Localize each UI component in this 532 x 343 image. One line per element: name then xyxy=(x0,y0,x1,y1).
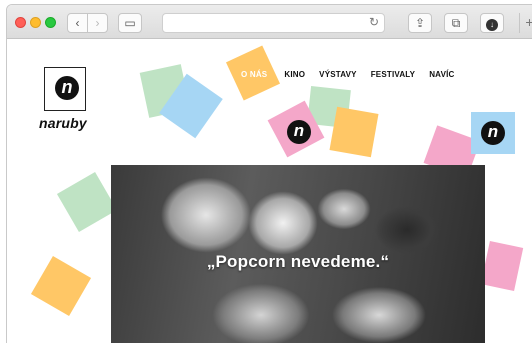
share-icon: ⇪ xyxy=(414,16,426,30)
browser-toolbar: ‹ › ▭ ↻ ⇪ ⧉ ↓ + xyxy=(7,5,532,39)
tabs-icon: ⧉ xyxy=(451,16,461,30)
browser-window: ‹ › ▭ ↻ ⇪ ⧉ ↓ + n naruby O NÁS xyxy=(6,4,532,343)
sidebar-toggle-button[interactable]: ▭ xyxy=(118,13,142,33)
tab-overview-button[interactable]: ⧉ xyxy=(444,13,468,33)
chevron-left-icon: ‹ xyxy=(75,16,80,30)
plus-icon: + xyxy=(525,14,532,30)
nav-item-festivaly[interactable]: FESTIVALY xyxy=(371,70,415,79)
chevron-right-icon: › xyxy=(95,16,100,30)
logo-stamp: n xyxy=(44,67,86,111)
nav-item-vystavy[interactable]: VÝSTAVY xyxy=(319,70,357,79)
nav-item-navic[interactable]: NAVÍC xyxy=(429,70,454,79)
minimize-window-button[interactable] xyxy=(30,17,41,28)
main-navigation: O NÁS KINO VÝSTAVY FESTIVALY NAVÍC xyxy=(241,70,455,79)
web-page: n naruby O NÁS KINO VÝSTAVY FESTIVALY NA… xyxy=(7,40,532,343)
logo-wordmark: naruby xyxy=(39,115,87,131)
sidebar-icon: ▭ xyxy=(124,16,136,30)
decorative-stamp-yellow xyxy=(329,106,379,158)
share-button[interactable]: ⇪ xyxy=(408,13,432,33)
n-logo-badge: n xyxy=(481,121,505,145)
download-icon: ↓ xyxy=(486,19,498,31)
forward-button[interactable]: › xyxy=(87,13,108,33)
decorative-stamp-pink xyxy=(480,240,524,292)
address-bar[interactable]: ↻ xyxy=(162,13,385,33)
hero-quote: „Popcorn nevedeme.“ xyxy=(206,252,390,271)
back-button[interactable]: ‹ xyxy=(67,13,88,33)
nav-item-kino[interactable]: KINO xyxy=(284,70,305,79)
maximize-window-button[interactable] xyxy=(45,17,56,28)
downloads-button[interactable]: ↓ xyxy=(480,13,504,33)
reload-icon[interactable]: ↻ xyxy=(369,15,379,29)
site-logo[interactable]: n naruby xyxy=(37,67,99,133)
hero-image: „Popcorn nevedeme.“ xyxy=(111,165,485,343)
nav-item-o-nas[interactable]: O NÁS xyxy=(241,70,267,79)
n-logo-badge: n xyxy=(287,120,311,144)
logo-letter: n xyxy=(55,76,79,100)
decorative-stamp-green xyxy=(56,171,118,233)
decorative-stamp-yellow xyxy=(30,255,92,317)
close-window-button[interactable] xyxy=(15,17,26,28)
new-tab-button[interactable]: + xyxy=(519,13,532,33)
